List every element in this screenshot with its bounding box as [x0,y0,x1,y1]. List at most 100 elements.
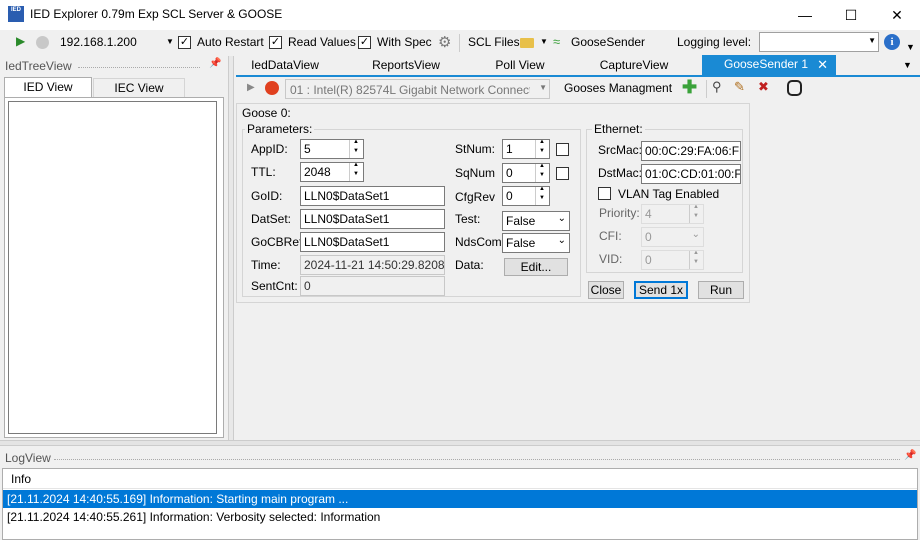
datset-field[interactable]: LLN0$DataSet1 [300,209,445,229]
record-icon[interactable] [265,81,279,95]
folder-icon[interactable] [520,38,534,48]
priority-label: Priority: [599,206,640,220]
log-list[interactable]: Info [21.11.2024 14:40:55.169] Informati… [2,468,918,540]
add-goose-icon[interactable]: ✚ [682,77,697,98]
delete-item-icon[interactable]: ✖ [758,79,769,95]
appid-field[interactable]: 5 [300,139,364,159]
vlan-label: VLAN Tag Enabled [618,187,720,201]
ttl-field[interactable]: 2048 [300,162,364,182]
gocbref-field[interactable]: LLN0$DataSet1 [300,232,445,252]
tab-poll-view[interactable]: Poll View [482,56,558,76]
auto-restart-checkbox[interactable]: ✓ [178,36,191,49]
ied-tree-panel: IedTreeView 📌 IED View (MMS) IEC View (6… [0,56,228,440]
send-1x-button[interactable]: Send 1x [634,281,688,299]
vlan-checkbox[interactable] [598,187,611,200]
srcmac-field[interactable]: 00:0C:29:FA:06:FB [641,141,741,161]
sentcnt-label: SentCnt: [251,279,298,293]
appid-label: AppID: [251,142,288,156]
sqnum-field[interactable]: 0 [502,163,550,183]
chevron-down-icon: ▼ [539,83,547,92]
edit-data-button[interactable]: Edit... [504,258,568,276]
ndscom-select[interactable]: False ⌄ [502,233,570,253]
goid-field[interactable]: LLN0$DataSet1 [300,186,445,206]
test-select[interactable]: False ⌄ [502,211,570,231]
stnum-checkbox[interactable] [556,143,569,156]
tab-ied-data-view[interactable]: IedDataView [238,56,332,76]
close-goose-button[interactable]: Close [588,281,624,299]
ttl-spinner[interactable] [349,163,363,181]
appid-spinner[interactable] [349,140,363,158]
tab-capture-view[interactable]: CaptureView [584,56,684,76]
gooses-management-label: Gooses Managment [564,81,673,95]
title-grip [78,67,200,68]
tab-iec-view[interactable]: IEC View (61850) [93,78,185,114]
play-goose-icon[interactable]: ▶ [247,82,255,93]
sqnum-checkbox[interactable] [556,167,569,180]
goose-sender-label[interactable]: GooseSender [571,35,645,49]
cfgrev-field[interactable]: 0 [502,186,550,206]
stnum-spinner[interactable] [535,140,549,158]
time-label: Time: [251,258,281,272]
add-item-icon[interactable]: ⚲ [712,79,722,95]
ied-tree-title: IedTreeView [5,59,72,73]
title-grip [54,459,900,460]
ip-dropdown-icon[interactable]: ▼ [166,37,174,46]
pin-icon[interactable]: 📌 [904,450,916,461]
toolbar-separator [706,80,707,98]
scl-files-label[interactable]: SCL Files [468,35,520,49]
stop-icon[interactable] [36,36,49,49]
test-label: Test: [455,212,481,226]
stnum-field[interactable]: 1 [502,139,550,159]
pin-icon[interactable]: 📌 [209,58,221,69]
data-label: Data: [455,258,484,272]
run-button[interactable]: Run [698,281,744,299]
goid-label: GoID: [251,189,283,203]
main-tab-strip: IedDataView ReportsView Poll View Captur… [236,55,920,75]
minimize-button[interactable]: — [782,0,828,30]
tab-overflow-icon[interactable]: ▼ [903,60,912,70]
ethernet-title: Ethernet: [592,122,645,136]
stnum-label: StNum: [455,142,496,156]
tab-ied-view[interactable]: IED View (MMS) [4,77,92,113]
logging-level-select[interactable]: ▼ [759,32,879,52]
tab-goose-sender-1[interactable]: GooseSender 1 ✕ [702,55,836,75]
cfgrev-label: CfgRev [455,190,496,204]
maximize-button[interactable]: ☐ [828,0,874,30]
logging-level-label: Logging level: [677,35,752,49]
auto-restart-label: Auto Restart [197,35,264,49]
gear-icon[interactable]: ⚙ [438,33,451,51]
ied-tree[interactable] [8,101,217,434]
network-interface-select[interactable]: 01 : Intel(R) 82574L Gigabit Network Con… [285,79,550,99]
cfi-select: 0 ⌄ [641,227,704,247]
overflow-icon[interactable]: ▼ [906,42,915,52]
read-values-checkbox[interactable]: ✓ [269,36,282,49]
log-row[interactable]: [21.11.2024 14:40:55.261] Information: V… [3,508,917,526]
ip-address-field[interactable]: 192.168.1.200 [60,35,137,49]
log-panel: LogView 📌 Info [21.11.2024 14:40:55.169]… [0,446,920,540]
datset-label: DatSet: [251,212,292,226]
close-window-button[interactable]: ✕ [874,0,920,30]
cfgrev-spinner[interactable] [535,187,549,205]
log-column-header[interactable]: Info [3,469,917,489]
chevron-down-icon: ▼ [868,36,876,45]
play-icon[interactable]: ▶ [16,34,25,48]
goose-sender-icon[interactable]: ≈ [553,34,560,49]
log-row[interactable]: [21.11.2024 14:40:55.169] Information: S… [3,490,917,508]
app-icon: IED [8,6,24,22]
folder-dropdown-icon[interactable]: ▼ [540,37,548,46]
dstmac-field[interactable]: 01:0C:CD:01:00:FF [641,164,741,184]
sqnum-label: SqNum [455,166,496,180]
close-tab-icon[interactable]: ✕ [817,55,828,74]
info-icon[interactable]: i [884,34,900,50]
main-toolbar: ▶ 192.168.1.200 ▼ ✓ Auto Restart ✓ Read … [0,30,920,55]
window-title: IED Explorer 0.79m Exp SCL Server & GOOS… [30,7,283,21]
title-bar: IED IED Explorer 0.79m Exp SCL Server & … [0,0,920,30]
with-spec-checkbox[interactable]: ✓ [358,36,371,49]
with-spec-label: With Spec [377,35,432,49]
tab-reports-view[interactable]: ReportsView [356,56,456,76]
sqnum-spinner[interactable] [535,164,549,182]
vertical-splitter[interactable] [228,56,234,440]
edit-item-icon[interactable]: ✎ [734,79,745,95]
priority-spinner [689,205,703,223]
toggle-view-icon[interactable] [787,80,802,96]
